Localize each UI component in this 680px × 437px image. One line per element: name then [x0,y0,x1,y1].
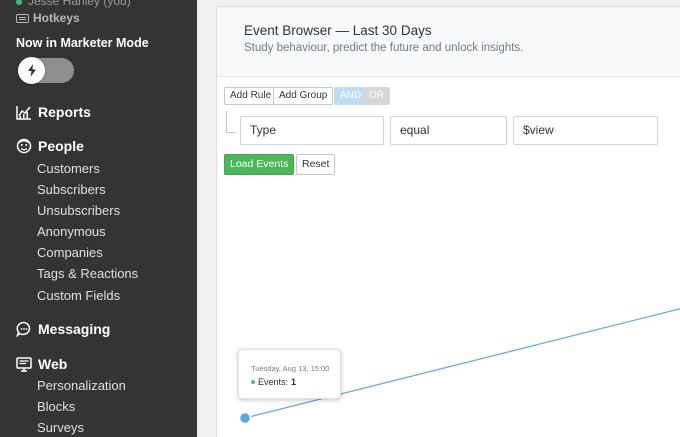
nav-tags-reactions[interactable]: Tags & Reactions [37,266,138,281]
chart-tooltip: Tuesday, Aug 13, 15:00 Events: 1 [238,349,341,399]
series-bullet-icon [251,380,255,384]
nav-personalization[interactable]: Personalization [37,378,126,393]
online-status-icon [16,0,22,5]
hotkeys-link[interactable]: Hotkeys [16,11,80,25]
nav-web[interactable]: Web [16,356,67,372]
toggle-knob[interactable] [18,57,45,84]
nav-anonymous[interactable]: Anonymous [37,224,106,239]
current-user[interactable]: Jesse Hanley (you) [16,0,131,8]
marketer-mode-toggle[interactable] [18,57,74,84]
nav-companies[interactable]: Companies [37,245,103,260]
nav-custom-fields[interactable]: Custom Fields [37,288,120,303]
nav-customers[interactable]: Customers [37,161,100,176]
keyboard-icon [16,13,29,23]
nav-unsubscribers[interactable]: Unsubscribers [37,203,120,218]
data-point[interactable] [238,411,252,425]
event-browser-panel: Event Browser — Last 30 Days Study behav… [216,6,680,437]
nav-surveys[interactable]: Surveys [37,420,84,435]
monitor-icon [16,356,32,372]
nav-blocks[interactable]: Blocks [37,399,75,414]
people-icon [16,138,32,154]
nav-subscribers[interactable]: Subscribers [37,182,106,197]
mode-label: Now in Marketer Mode [16,36,149,50]
chart-icon [16,104,32,120]
nav-reports[interactable]: Reports [16,104,91,120]
chat-bubble-icon [16,321,32,337]
tooltip-row: Events: 1 [251,377,296,387]
nav-people[interactable]: People [16,138,84,154]
lightning-icon [27,64,36,77]
tooltip-date: Tuesday, Aug 13, 15:00 [251,364,330,373]
main-area: Event Browser — Last 30 Days Study behav… [197,0,680,437]
sidebar: Jesse Hanley (you) Hotkeys Now in Market… [0,0,197,437]
nav-messaging[interactable]: Messaging [16,321,110,337]
